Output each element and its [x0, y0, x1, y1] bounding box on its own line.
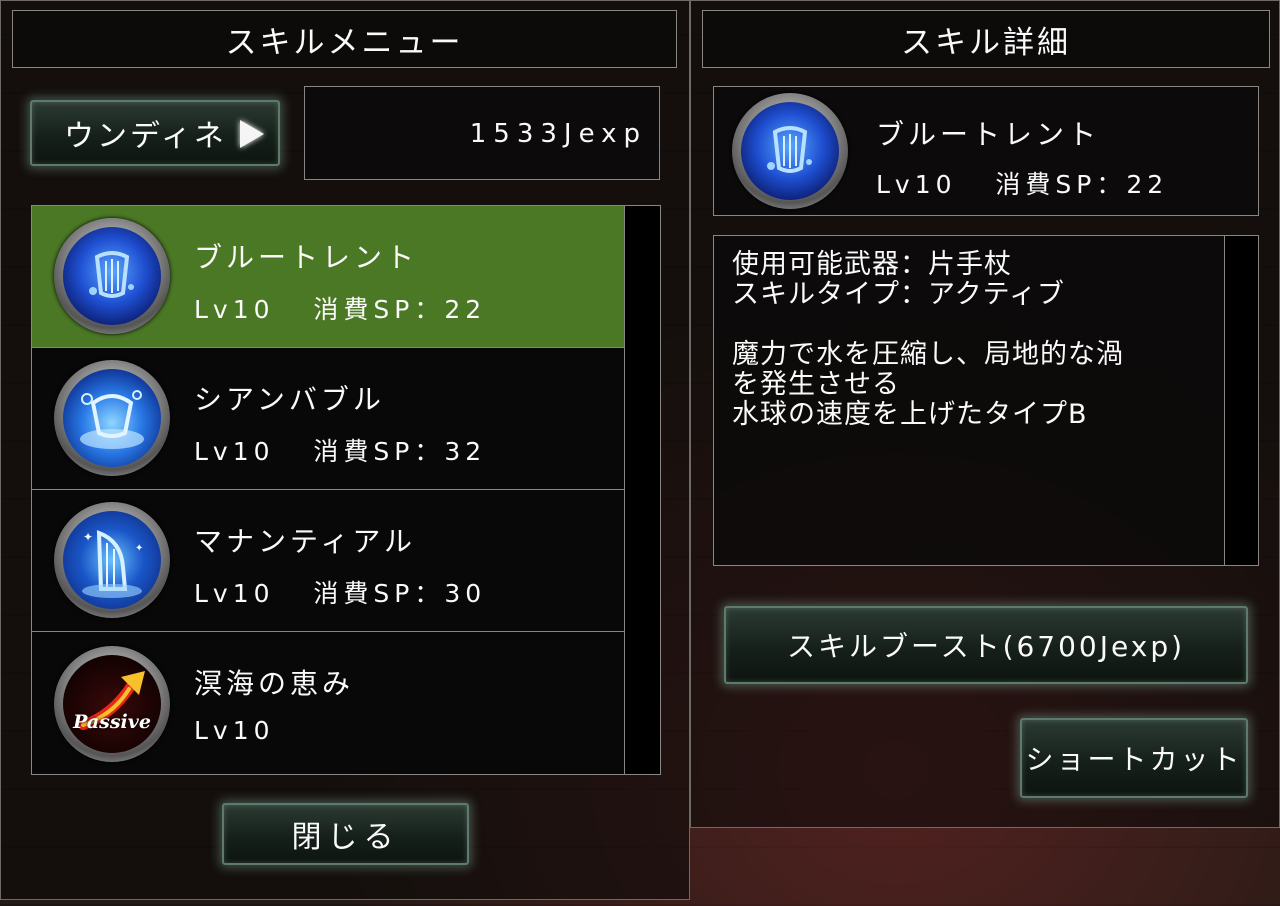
description-text-1: 魔力で水を圧縮し、局地的な渦: [732, 339, 1124, 370]
skill-name: シアンバブル: [194, 383, 385, 416]
selected-skill-header: ブルートレント Lv10 消費SP：22: [713, 86, 1259, 216]
water-harp-icon: [732, 93, 848, 209]
skill-description-box: 使用可能武器：片手杖 スキルタイプ：アクティブ 魔力で水を圧縮し、局地的な渦 を…: [713, 235, 1259, 566]
close-button[interactable]: 閉じる: [222, 803, 469, 865]
blue-harp-icon: ✦ ✦: [54, 502, 170, 618]
shortcut-button-label: ショートカット: [1025, 743, 1243, 776]
job-select-button[interactable]: ウンディネ: [30, 100, 280, 166]
skill-row-cyan-bubble[interactable]: シアンバブル Lv10 消費SP：32: [32, 348, 624, 490]
close-button-label: 閉じる: [291, 820, 400, 855]
detail-skill-name: ブルートレント: [876, 118, 1101, 151]
skill-list: ブルートレント Lv10 消費SP：22 シアンバブル Lv10 消費SP：32: [31, 205, 661, 775]
passive-badge-text: Passive: [73, 711, 151, 733]
job-select-label: ウンディネ: [64, 119, 227, 154]
jexp-value: 1533Jexp: [469, 119, 647, 149]
skill-detail-title: スキル詳細: [702, 10, 1270, 68]
water-bubble-harp-icon: [54, 360, 170, 476]
skill-row-meikai-no-megumi[interactable]: Passive 溟海の恵み Lv10: [32, 632, 624, 774]
description-text-2: を発生させる: [732, 369, 900, 400]
arrow-right-icon: [240, 120, 264, 148]
skill-boost-button[interactable]: スキルブースト(6700Jexp): [724, 606, 1248, 684]
skill-meta: Lv10: [194, 716, 275, 745]
description-type: スキルタイプ：アクティブ: [732, 279, 1066, 310]
skill-list-scrollbar[interactable]: [624, 206, 660, 774]
skill-meta: Lv10 消費SP：32: [194, 437, 487, 466]
skill-meta: Lv10 消費SP：22: [194, 295, 487, 324]
passive-icon: Passive: [54, 646, 170, 762]
svg-text:✦: ✦: [83, 530, 93, 544]
skill-name: 溟海の恵み: [194, 667, 355, 700]
detail-skill-meta: Lv10 消費SP：22: [876, 170, 1169, 199]
description-text-3: 水球の速度を上げたタイプB: [732, 399, 1088, 430]
skill-name: ブルートレント: [194, 241, 419, 274]
jexp-display: 1533Jexp: [304, 86, 660, 180]
skill-row-manantial[interactable]: ✦ ✦ マナンティアル Lv10 消費SP：30: [32, 490, 624, 632]
shortcut-button[interactable]: ショートカット: [1020, 718, 1248, 798]
description-weapon: 使用可能武器：片手杖: [732, 249, 1012, 280]
skill-meta: Lv10 消費SP：30: [194, 579, 487, 608]
skill-name: マナンティアル: [194, 525, 417, 558]
svg-text:✦: ✦: [135, 543, 143, 554]
skill-menu-title: スキルメニュー: [12, 10, 677, 68]
skill-row-brutorrent[interactable]: ブルートレント Lv10 消費SP：22: [32, 206, 624, 348]
description-scrollbar[interactable]: [1224, 236, 1258, 565]
water-harp-icon: [54, 218, 170, 334]
skill-boost-label: スキルブースト(6700Jexp): [786, 630, 1186, 663]
